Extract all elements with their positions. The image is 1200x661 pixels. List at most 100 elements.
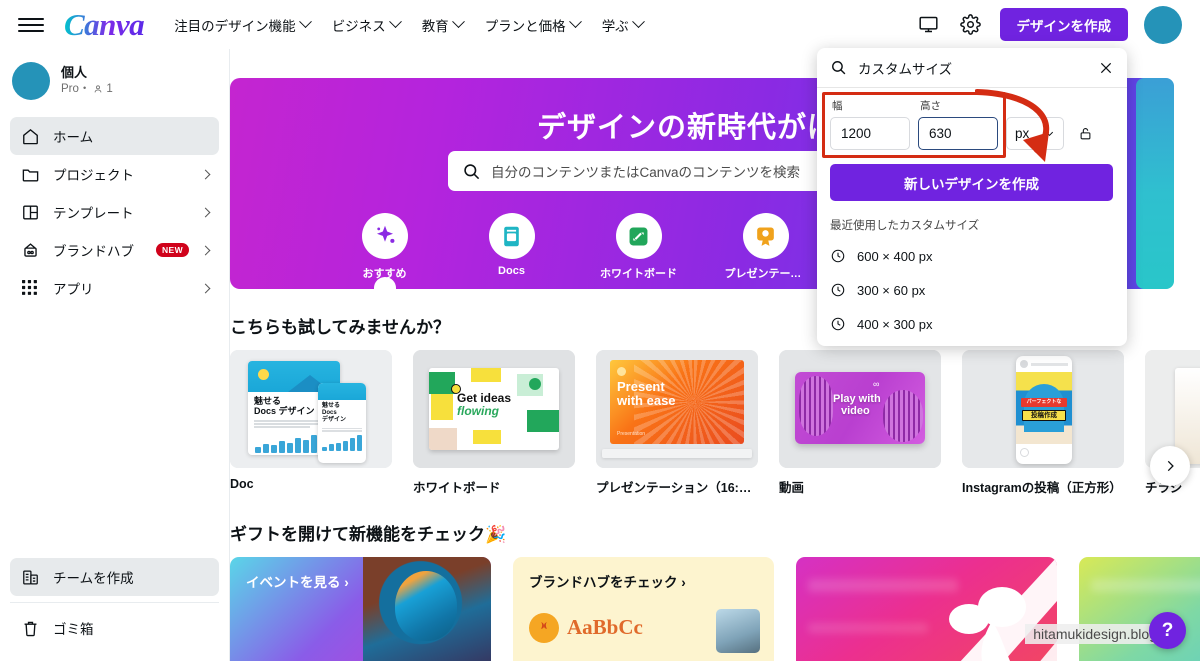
size-input-row: 幅 高さ px	[830, 98, 1114, 150]
width-field-group: 幅	[830, 98, 910, 150]
nav-item-pricing[interactable]: プランと価格	[484, 15, 582, 35]
recent-size-item[interactable]: 600 × 400 px	[830, 239, 1114, 273]
template-card-instagram[interactable]: パーフェクトな 投稿作成 Instagramの投稿（正方形）	[962, 350, 1124, 496]
sidebar-bottom: チームを作成 ゴミ箱	[0, 558, 229, 661]
brand-photo	[716, 609, 760, 653]
category-whiteboard[interactable]: ホワイトボード	[599, 213, 679, 281]
home-icon	[20, 126, 40, 146]
sidebar-item-projects[interactable]: プロジェクト	[10, 155, 219, 193]
monitor-icon[interactable]	[916, 12, 942, 38]
recent-size-item[interactable]: 400 × 300 px	[830, 307, 1114, 341]
sidebar-profile[interactable]: 個人 Pro・ 1	[0, 49, 229, 113]
sidebar-item-label: テンプレート	[53, 206, 134, 221]
person-icon	[95, 85, 102, 93]
sidebar-item-brand-hub[interactable]: ブランドハブ NEW	[10, 231, 219, 269]
gift-card-pink[interactable]	[796, 557, 1057, 661]
hamburger-icon[interactable]	[18, 12, 44, 38]
hero-side-panel	[1136, 78, 1174, 289]
unlock-icon[interactable]	[1072, 117, 1098, 150]
category-docs[interactable]: Docs	[472, 213, 552, 281]
clock-icon	[831, 283, 845, 297]
recent-size-label: 400 × 300 px	[857, 316, 933, 332]
chevron-right-icon	[1167, 460, 1174, 472]
height-input[interactable]	[918, 117, 998, 150]
gift-ribbon-icon	[949, 557, 1057, 661]
template-card-doc[interactable]: 魅せる Docs デザイン 魅せる Docs デザイン Doc	[230, 350, 392, 496]
unit-select[interactable]: px	[1006, 117, 1064, 150]
dropdown-search-text: カスタムサイズ	[858, 61, 953, 77]
main-menu: 注目のデザイン機能 ビジネス 教育 プランと価格 学ぶ	[174, 15, 645, 35]
card-label: ホワイトボード	[413, 481, 501, 495]
category-label: ホワイトボード	[600, 268, 677, 280]
nav-item-label: ビジネス	[331, 18, 386, 34]
section-title: ギフトを開けて新機能をチェック🎉	[230, 525, 507, 544]
recent-sizes-title: 最近使用したカスタムサイズ	[830, 220, 980, 232]
nav-item-business[interactable]: ビジネス	[331, 15, 402, 35]
unit-value: px	[1015, 126, 1030, 141]
gear-icon[interactable]	[958, 12, 984, 38]
nav-item-education[interactable]: 教育	[422, 15, 465, 35]
category-label: Docs	[498, 265, 525, 277]
chevron-down-icon	[451, 15, 465, 29]
sidebar-item-templates[interactable]: テンプレート	[10, 193, 219, 231]
template-card-video[interactable]: Play with video ∞ 動画	[779, 350, 941, 496]
sidebar-item-trash[interactable]: ゴミ箱	[10, 609, 219, 647]
category-recommended[interactable]: おすすめ	[345, 213, 425, 289]
template-card-presentation[interactable]: Present with ease Presentation プレゼンテーション（…	[596, 350, 758, 496]
card-label: プレゼンテーション（16:9）	[596, 481, 758, 495]
chevron-right-icon	[200, 207, 211, 217]
card-thumbnail: Present with ease Presentation	[596, 350, 758, 468]
sidebar-item-home[interactable]: ホーム	[10, 117, 219, 155]
close-icon[interactable]	[1098, 60, 1114, 76]
dropdown-search-bar[interactable]: カスタムサイズ	[817, 48, 1127, 88]
sidebar-item-label: ブランドハブ	[53, 244, 134, 259]
width-input[interactable]	[830, 117, 910, 150]
nav-item-features[interactable]: 注目のデザイン機能	[174, 15, 312, 35]
trash-icon	[20, 618, 40, 638]
brand-hub-icon	[20, 240, 40, 260]
create-design-button[interactable]: デザインを作成	[999, 8, 1128, 41]
card-thumbnail: パーフェクトな 投稿作成	[962, 350, 1124, 468]
gift-card-brandhub[interactable]: ブランドハブをチェック › AaBbCc	[513, 557, 774, 661]
apps-grid-icon	[20, 278, 40, 298]
sidebar: 個人 Pro・ 1 ホーム プロジェクト テンプレート ブランドハブ NEW ア…	[0, 49, 230, 661]
chevron-down-icon	[388, 15, 402, 29]
card-thumbnail: Play with video ∞	[779, 350, 941, 468]
card-thumbnail: 魅せる Docs デザイン 魅せる Docs デザイン	[230, 350, 392, 468]
gift-card-green[interactable]	[1079, 557, 1200, 661]
height-label: 高さ	[920, 100, 941, 112]
gift-card-link[interactable]: イベントを見る ›	[246, 571, 349, 591]
template-card-whiteboard[interactable]: Get ideas flowing ホワイトボード	[413, 350, 575, 496]
brand-logo-swatch	[529, 613, 559, 643]
profile-meta: Pro・ 1	[61, 82, 113, 97]
sidebar-item-label: ホーム	[53, 130, 94, 145]
nav-item-label: プランと価格	[484, 18, 566, 34]
chevron-right-icon	[200, 283, 211, 293]
sidebar-item-apps[interactable]: アプリ	[10, 269, 219, 307]
category-label: プレゼンテーシ...	[724, 268, 807, 280]
divider	[10, 602, 219, 603]
help-button[interactable]: ?	[1149, 612, 1186, 649]
avatar[interactable]	[1144, 5, 1182, 44]
gift-card-events[interactable]: イベントを見る ›	[230, 557, 491, 661]
search-placeholder: 自分のコンテンツまたはCanvaのコンテンツを検索	[491, 165, 801, 180]
gift-card-list: イベントを見る › ブランドハブをチェック › AaBbCc	[230, 557, 1200, 661]
card-label: 動画	[779, 481, 805, 495]
canva-logo[interactable]: Canva	[64, 9, 145, 40]
search-icon	[832, 61, 846, 75]
chevron-down-icon	[1045, 131, 1054, 136]
brand-sample-text: AaBbCc	[567, 615, 643, 639]
create-new-design-button[interactable]: 新しいデザインを作成	[830, 164, 1113, 201]
carousel-next-button[interactable]	[1150, 446, 1190, 486]
recent-size-item[interactable]: 300 × 60 px	[830, 273, 1114, 307]
sidebar-item-create-team[interactable]: チームを作成	[10, 558, 219, 596]
category-presentation[interactable]: プレゼンテーシ...	[724, 213, 807, 281]
card-label: Doc	[230, 477, 254, 491]
gift-card-link[interactable]: ブランドハブをチェック ›	[529, 571, 686, 591]
nav-item-learn[interactable]: 学ぶ	[602, 15, 645, 35]
folder-icon	[20, 164, 40, 184]
profile-member-count: 1	[106, 82, 113, 95]
chevron-down-icon	[568, 15, 582, 29]
top-nav-actions: デザインを作成	[916, 5, 1187, 44]
profile-plan: Pro・	[61, 82, 91, 95]
